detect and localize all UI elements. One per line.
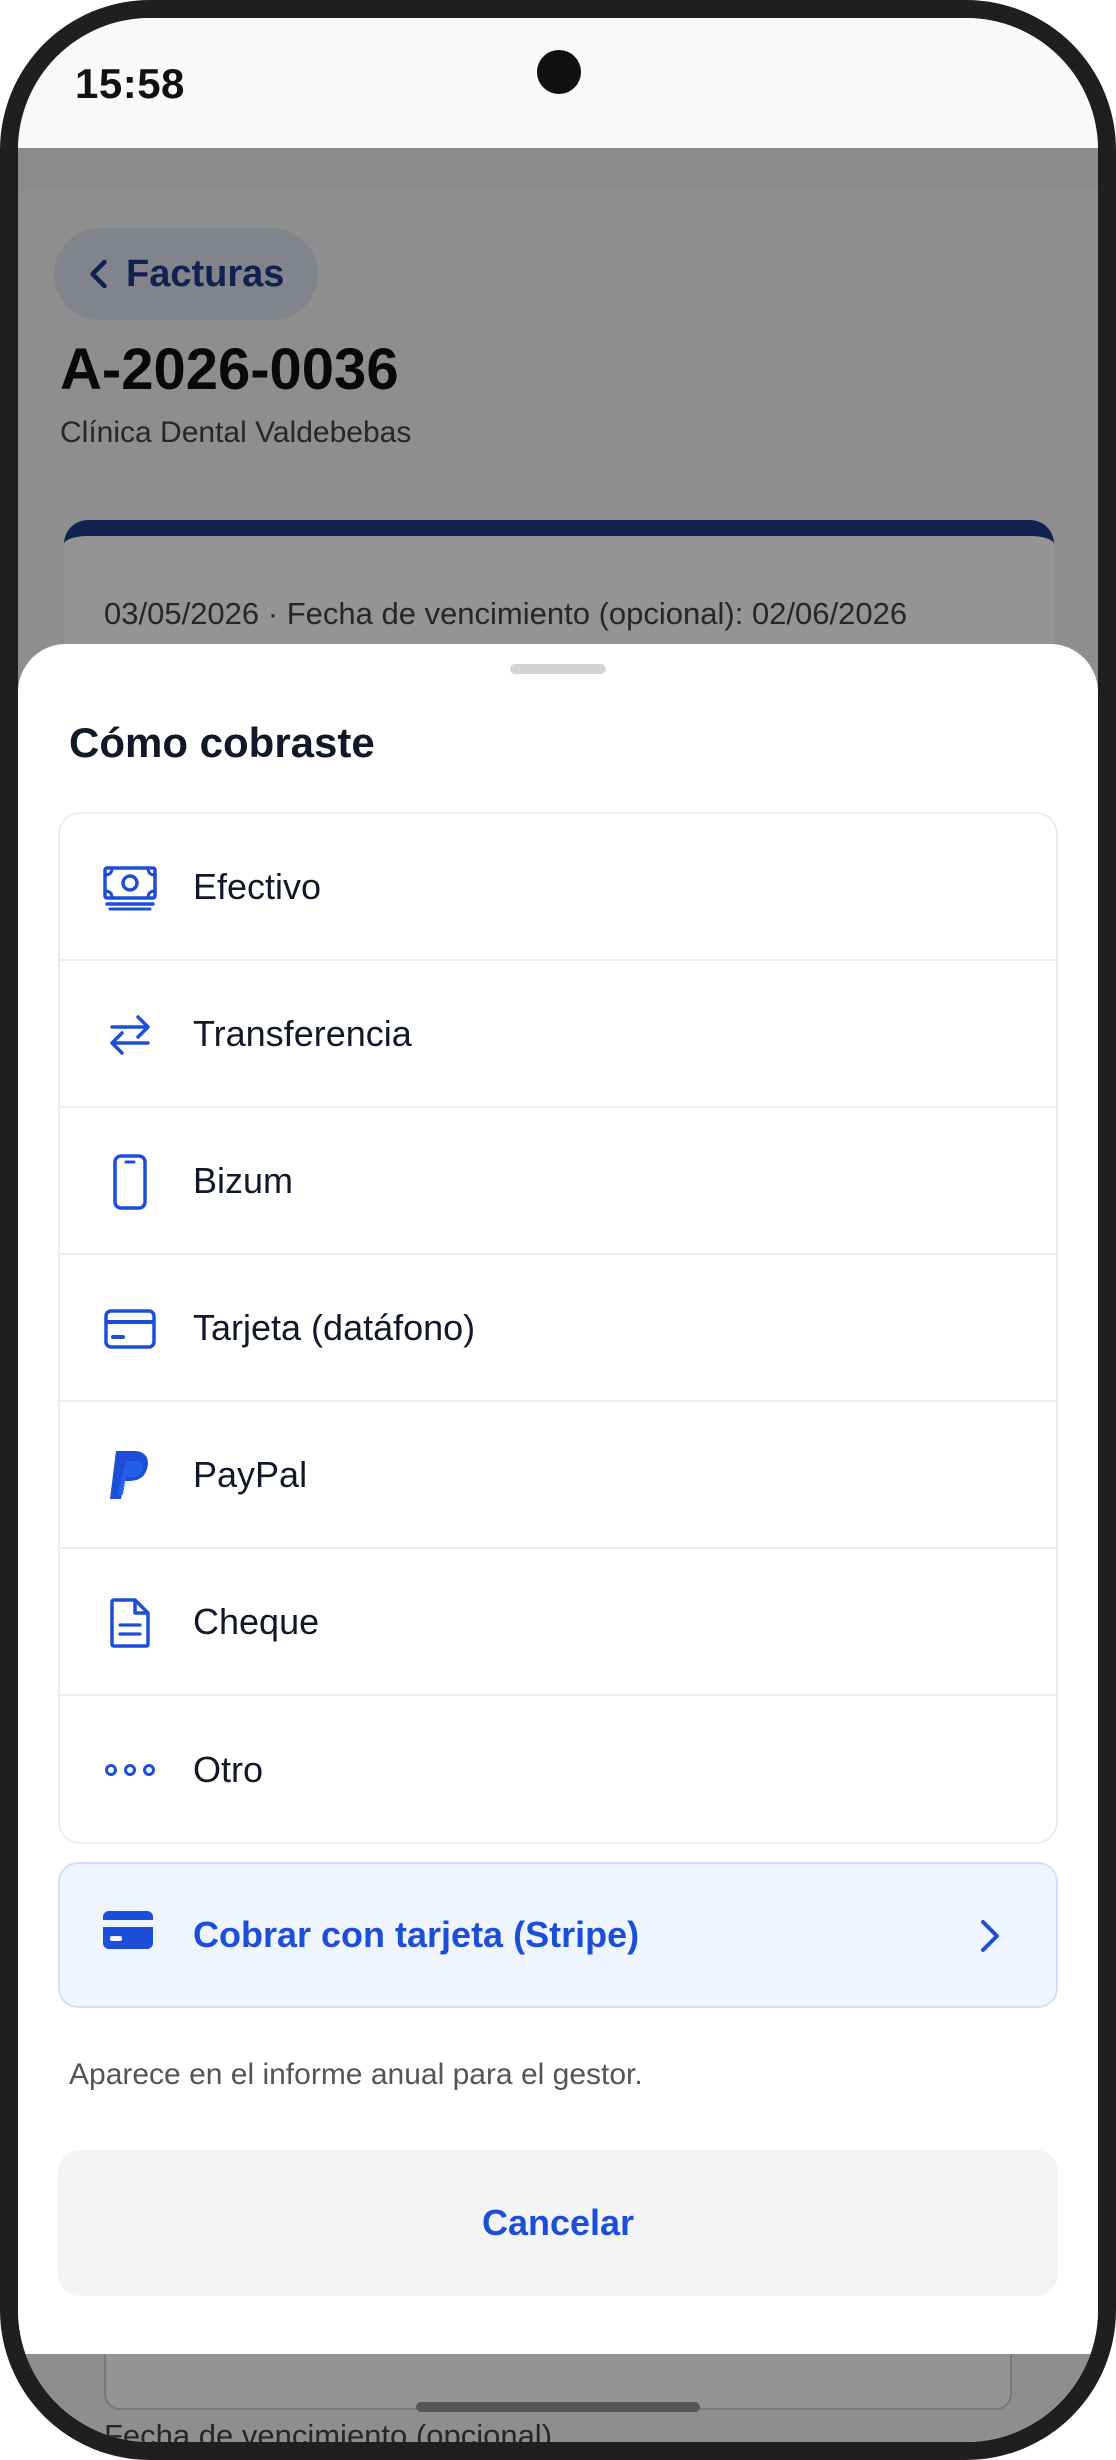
- sheet-drag-handle[interactable]: [510, 664, 606, 674]
- method-otro[interactable]: Otro: [60, 1696, 1056, 1842]
- stripe-charge-label: Cobrar con tarjeta (Stripe): [193, 1914, 640, 1955]
- method-label: Bizum: [193, 1159, 294, 1201]
- home-indicator[interactable]: [416, 2402, 700, 2412]
- method-efectivo[interactable]: Efectivo: [60, 814, 1056, 961]
- cancel-button[interactable]: Cancelar: [58, 2150, 1058, 2296]
- card-icon: [102, 1301, 158, 1357]
- front-camera: [537, 50, 581, 94]
- method-tarjeta[interactable]: Tarjeta (datáfono): [60, 1255, 1056, 1402]
- method-label: Otro: [193, 1748, 264, 1790]
- method-transferencia[interactable]: Transferencia: [60, 961, 1056, 1108]
- method-label: Transferencia: [193, 1012, 412, 1054]
- chevron-right-icon: [974, 1916, 1004, 1961]
- method-cheque[interactable]: Cheque: [60, 1549, 1056, 1696]
- method-label: Cheque: [193, 1600, 320, 1642]
- screen: Facturas A-2026-0036 Clínica Dental Vald…: [18, 18, 1098, 2442]
- transfer-arrows-icon: [102, 1007, 158, 1063]
- status-time: 15:58: [75, 60, 185, 107]
- status-bar: 15:58: [18, 18, 1098, 148]
- phone-frame: Facturas A-2026-0036 Clínica Dental Vald…: [0, 0, 1116, 2460]
- method-label: PayPal: [193, 1453, 308, 1495]
- method-label: Efectivo: [193, 865, 322, 907]
- phone-icon: [102, 1154, 158, 1210]
- method-bizum[interactable]: Bizum: [60, 1108, 1056, 1255]
- sheet-title: Cómo cobraste: [69, 719, 375, 766]
- card-icon: [102, 1910, 154, 1955]
- cash-icon: [102, 860, 158, 916]
- paypal-icon: [102, 1448, 158, 1504]
- payment-method-list: Efectivo Transferencia Bizum Tarjeta (da…: [58, 812, 1058, 1844]
- method-paypal[interactable]: PayPal: [60, 1402, 1056, 1549]
- helper-note: Aparece en el informe anual para el gest…: [69, 2058, 643, 2091]
- stripe-charge-button[interactable]: Cobrar con tarjeta (Stripe): [58, 1862, 1058, 2008]
- method-label: Tarjeta (datáfono): [193, 1306, 476, 1348]
- payment-method-sheet: Cómo cobraste Efectivo Transferencia Biz…: [18, 644, 1098, 2354]
- more-dots-icon: [102, 1742, 158, 1798]
- document-icon: [102, 1595, 158, 1651]
